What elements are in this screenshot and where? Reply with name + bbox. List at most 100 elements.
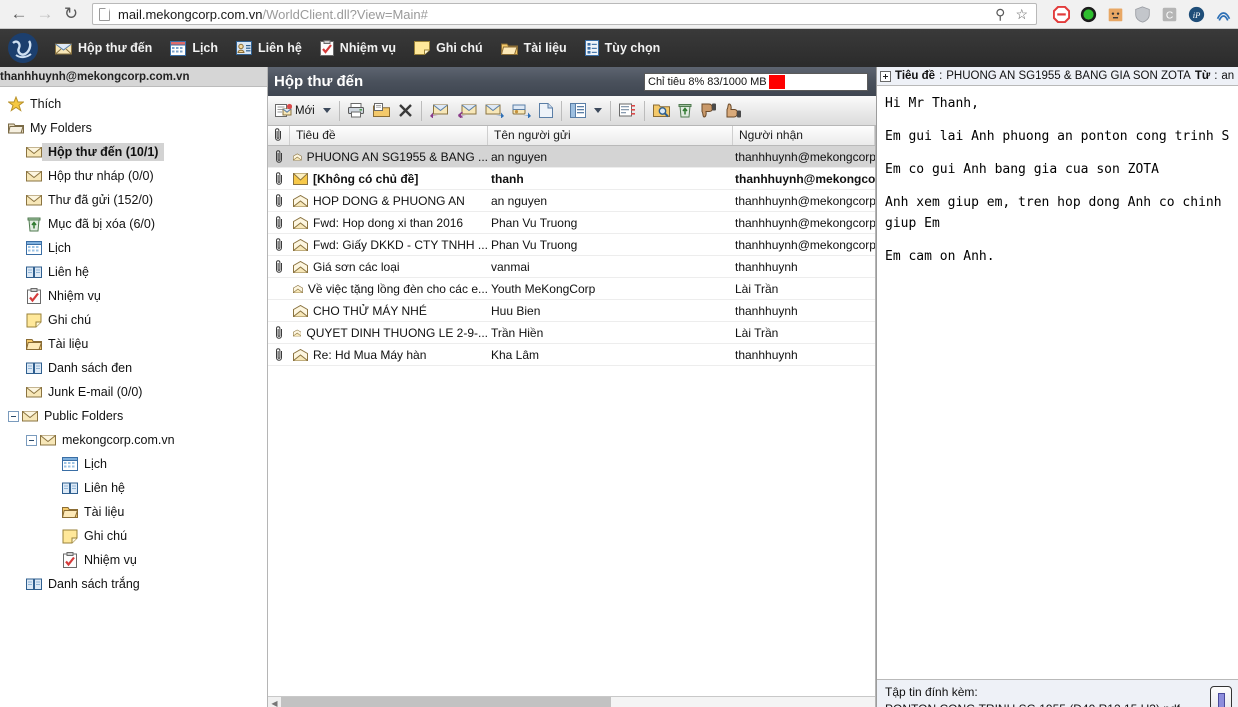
nav-item-notes[interactable]: Ghi chú: [405, 33, 492, 63]
reply-button[interactable]: [426, 98, 453, 124]
sidebar-item-12[interactable]: Junk E-mail (0/0): [0, 380, 267, 404]
mark-spam-button[interactable]: [696, 98, 721, 124]
sidebar-item-11[interactable]: Danh sách đen: [0, 356, 267, 380]
sidebar-item-9[interactable]: Ghi chú: [0, 308, 267, 332]
table-row[interactable]: CHO THỬ MÁY NHÉ Huu Bien thanhhuynh: [268, 300, 875, 322]
forward-button[interactable]: [481, 98, 508, 124]
delete-button[interactable]: [394, 98, 417, 124]
sidebar-item-14[interactable]: mekongcorp.com.vn: [0, 428, 267, 452]
message-properties-button[interactable]: [615, 98, 640, 124]
collapse-toggle-icon[interactable]: [8, 410, 19, 422]
new-message-button[interactable]: Mới: [271, 98, 319, 124]
sidebar-item-1[interactable]: My Folders: [0, 116, 267, 140]
table-row[interactable]: Fwd: Hop dong xi than 2016 Phan Vu Truong…: [268, 212, 875, 234]
table-row[interactable]: Fwd: Giấy DKKD - CTY TNHH ... Phan Vu Tru…: [268, 234, 875, 256]
layout-dropdown[interactable]: [590, 98, 606, 124]
browser-back-button[interactable]: ←: [6, 1, 32, 27]
browser-url-bar[interactable]: mail.mekongcorp.com.vn/WorldClient.dll?V…: [92, 3, 1037, 25]
scroll-left-icon[interactable]: ◀: [268, 697, 281, 707]
column-sender[interactable]: Tên người gửi: [488, 126, 733, 145]
sidebar-item-5[interactable]: Mục đã bị xóa (6/0): [0, 212, 267, 236]
c-badge-extension-icon[interactable]: C: [1161, 6, 1178, 23]
nav-item-documents[interactable]: Tài liệu: [492, 33, 576, 63]
message-subject-cell[interactable]: HOP DONG & PHUONG AN: [290, 194, 488, 208]
hscroll-track[interactable]: [281, 697, 875, 707]
sidebar-item-8[interactable]: Nhiệm vụ: [0, 284, 267, 308]
message-subject-cell[interactable]: Re: Hd Mua Máy hàn: [290, 348, 488, 362]
sidebar-item-0[interactable]: Thích: [0, 92, 267, 116]
message-subject-cell[interactable]: Về việc tặng lồng đèn cho các e...: [290, 282, 488, 296]
sidebar-item-3[interactable]: Hộp thư nháp (0/0): [0, 164, 267, 188]
mark-not-spam-button[interactable]: [721, 98, 746, 124]
view-source-button[interactable]: [535, 98, 557, 124]
table-row[interactable]: HOP DONG & PHUONG AN an nguyen thanhhuynh@…: [268, 190, 875, 212]
redirect-button[interactable]: [508, 98, 535, 124]
search-folder-button[interactable]: [649, 98, 674, 124]
message-subject-cell[interactable]: QUYET DINH THUONG LE 2-9-...: [290, 326, 488, 340]
mail-pane-header: Hộp thư đến Chỉ tiêu 8% 83/1000 MB: [268, 67, 876, 96]
sidebar-item-6[interactable]: Lịch: [0, 236, 267, 260]
green-indicator-extension-icon[interactable]: [1080, 6, 1097, 23]
browser-reload-button[interactable]: ↻: [58, 1, 84, 27]
browser-forward-button[interactable]: →: [32, 1, 58, 27]
column-subject[interactable]: Tiêu đề: [290, 126, 488, 145]
bookmark-star-icon[interactable]: ☆: [1015, 6, 1028, 23]
nav-item-options[interactable]: Tùy chọn: [576, 33, 670, 63]
table-row[interactable]: Về việc tặng lồng đèn cho các e... Youth …: [268, 278, 875, 300]
message-subject-cell[interactable]: Giá sơn các loại: [290, 260, 488, 274]
column-attachment[interactable]: [268, 126, 290, 145]
collapse-toggle-icon[interactable]: [26, 434, 37, 446]
thumbs-up-icon: [726, 103, 741, 118]
print-button[interactable]: [344, 98, 369, 124]
key-icon[interactable]: ⚲: [995, 6, 1005, 23]
sidebar-item-7[interactable]: Liên hệ: [0, 260, 267, 284]
table-row[interactable]: Re: Hd Mua Máy hàn Kha Lâm thanhhuynh: [268, 344, 875, 366]
sidebar-item-2[interactable]: Hộp thư đến (10/1): [0, 140, 267, 164]
message-subject-cell[interactable]: Fwd: Giấy DKKD - CTY TNHH ...: [290, 238, 488, 252]
expand-header-icon[interactable]: [880, 70, 891, 82]
message-subject-cell[interactable]: PHUONG AN SG1955 & BANG ...: [290, 150, 488, 164]
sidebar-item-16[interactable]: Liên hệ: [0, 476, 267, 500]
sidebar-item-17[interactable]: Tài liệu: [0, 500, 267, 524]
attachment-download-button[interactable]: [1210, 686, 1232, 707]
sidebar-item-10[interactable]: Tài liệu: [0, 332, 267, 356]
move-to-folder-button[interactable]: [369, 98, 394, 124]
table-row[interactable]: PHUONG AN SG1955 & BANG ... an nguyen than…: [268, 146, 875, 168]
nav-item-calendar[interactable]: Lịch: [161, 33, 227, 63]
wave-extension-icon[interactable]: [1215, 6, 1232, 23]
message-subject-cell[interactable]: [Không có chủ đề]: [290, 172, 488, 186]
sidebar-item-20[interactable]: Danh sách trắng: [0, 572, 267, 596]
table-row[interactable]: [Không có chủ đề] thanh thanhhuynh@mekongc…: [268, 168, 875, 190]
layout-button[interactable]: [566, 98, 590, 124]
nav-item-contacts[interactable]: Liên hệ: [227, 33, 311, 63]
sidebar-item-label: Tài liệu: [84, 505, 125, 519]
sidebar-item-18[interactable]: Ghi chú: [0, 524, 267, 548]
nav-item-tasks[interactable]: Nhiệm vụ: [311, 33, 405, 63]
sidebar-item-label: Lịch: [48, 241, 71, 255]
attachment-item[interactable]: PONTON CONG TRINH SG 1955 (D40 R12.15 H3…: [885, 701, 1204, 707]
sidebar-item-13[interactable]: Public Folders: [0, 404, 267, 428]
sidebar-item-15[interactable]: Lịch: [0, 452, 267, 476]
message-subject-cell[interactable]: CHO THỬ MÁY NHÉ: [290, 304, 488, 318]
orange-box-extension-icon[interactable]: [1107, 6, 1124, 23]
table-row[interactable]: QUYET DINH THUONG LE 2-9-... Trần Hiền Lài…: [268, 322, 875, 344]
message-attachment-cell: [268, 348, 290, 361]
sidebar-item-label: Thích: [30, 97, 62, 111]
new-message-dropdown[interactable]: [319, 98, 335, 124]
sidebar-item-4[interactable]: Thư đã gửi (152/0): [0, 188, 267, 212]
nav-item-label: Lịch: [192, 41, 219, 55]
sidebar-item-19[interactable]: Nhiệm vụ: [0, 548, 267, 572]
message-attachment-cell: [268, 260, 290, 273]
nav-item-inbox[interactable]: Hộp thư đến: [46, 33, 161, 63]
message-subject-cell[interactable]: Fwd: Hop dong xi than 2016: [290, 216, 488, 230]
table-row[interactable]: Giá sơn các loại vanmai thanhhuynh: [268, 256, 875, 278]
shield-extension-icon[interactable]: [1134, 5, 1151, 23]
empty-trash-button[interactable]: [674, 98, 696, 124]
reply-all-button[interactable]: [453, 98, 481, 124]
hscroll-thumb[interactable]: [281, 697, 611, 707]
column-recipient[interactable]: Người nhận: [733, 126, 875, 145]
envelope-open-icon: [293, 260, 308, 273]
message-list-hscrollbar[interactable]: ◀: [268, 696, 875, 707]
adblock-extension-icon[interactable]: [1053, 5, 1070, 23]
ip-extension-icon[interactable]: iP: [1188, 6, 1205, 23]
